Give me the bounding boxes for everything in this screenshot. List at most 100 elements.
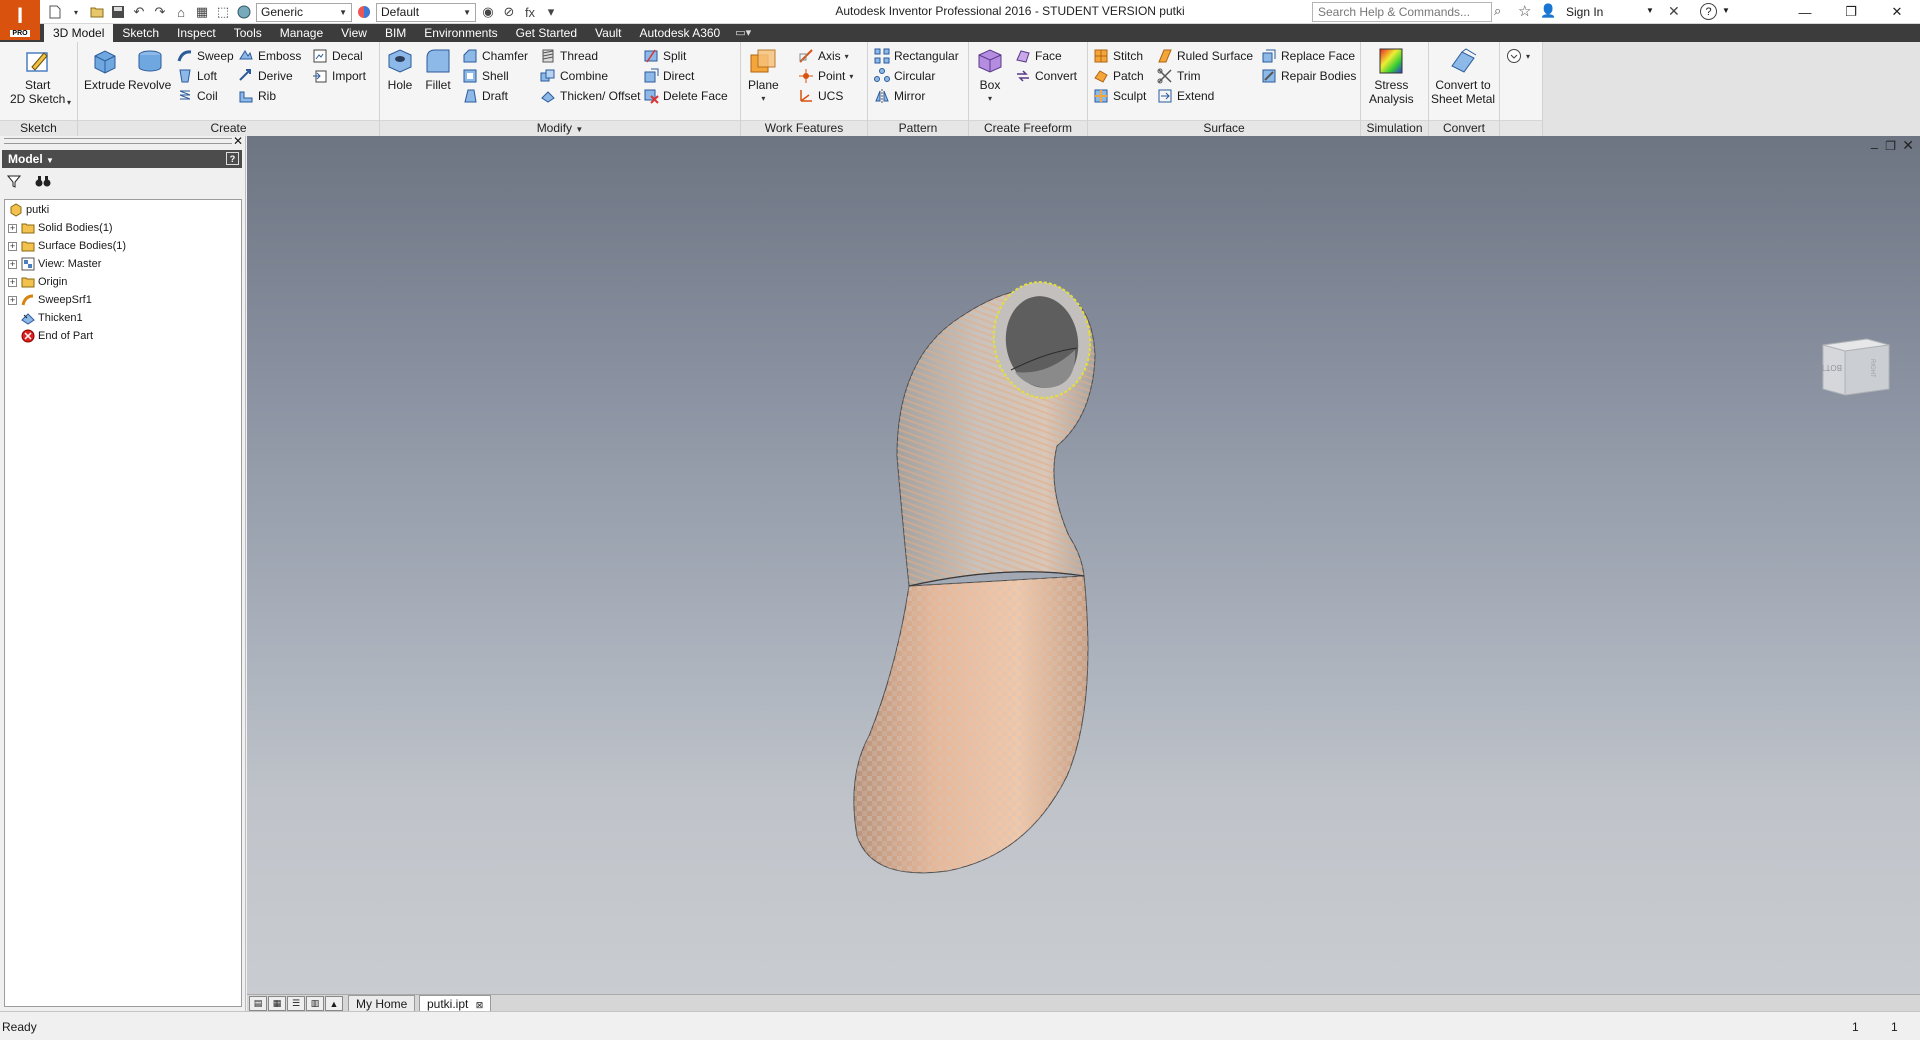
loft-button[interactable]: Loft [177,66,217,86]
redo-icon[interactable]: ↷ [151,3,169,21]
trim-button[interactable]: Trim [1157,66,1201,86]
extrude-button[interactable]: Extrude [84,46,125,92]
rectangular-pattern-button[interactable]: Rectangular [874,46,959,66]
stitch-button[interactable]: Stitch [1093,46,1143,66]
thread-button[interactable]: Thread [540,46,598,66]
user-icon[interactable]: 👤 [1540,3,1556,19]
update-icon[interactable]: ▦ [193,3,211,21]
viewcube[interactable]: BOTTOM RIGHT [1815,331,1895,401]
rib-button[interactable]: Rib [238,86,276,106]
browser-help-icon[interactable]: ? [226,152,239,165]
vertical-layout-icon[interactable]: ▥ [306,996,324,1011]
tree-node-sweepsrf1[interactable]: + SweepSrf1 [8,291,92,309]
hole-button[interactable]: Hole [385,46,415,92]
extend-button[interactable]: Extend [1157,86,1214,106]
expand-icon[interactable]: + [8,259,17,269]
exchange-apps-icon[interactable]: ✕ [1668,3,1680,20]
mirror-button[interactable]: Mirror [874,86,925,106]
undo-icon[interactable]: ↶ [130,3,148,21]
star-icon[interactable]: ☆ [1518,2,1531,20]
expand-icon[interactable]: + [8,277,17,287]
axis-button[interactable]: Axis ▾ [798,46,849,66]
application-menu-button[interactable]: I PRO [0,0,40,40]
open-folder-icon[interactable] [88,3,106,21]
chevron-down-icon[interactable]: ▾ [67,98,71,107]
ribbon-display-toggle-icon[interactable]: ▭▾ [729,24,757,42]
tree-node-view-master[interactable]: + View: Master [8,255,101,273]
graphics-viewport[interactable]: – ❐ ✕ BOTTO RIGHT [247,136,1920,994]
shell-button[interactable]: Shell [462,66,509,86]
tab-autodesk-a360[interactable]: Autodesk A360 [631,24,730,42]
sweep-button[interactable]: Sweep [177,46,234,66]
horizontal-layout-icon[interactable]: ☰ [287,996,305,1011]
browser-header[interactable]: Model ▼ ? [2,150,242,168]
save-icon[interactable] [109,3,127,21]
clear-appearance-icon[interactable]: ⊘ [500,3,518,21]
restore-button[interactable]: ❐ [1828,0,1874,24]
browser-grip[interactable] [4,138,232,144]
plane-button[interactable]: Plane ▾ [748,46,779,106]
repair-bodies-button[interactable]: Repair Bodies [1261,66,1356,86]
tree-node-solid-bodies[interactable]: + Solid Bodies(1) [8,219,113,237]
tab-bim[interactable]: BIM [376,24,415,42]
decal-button[interactable]: Decal [312,46,363,66]
ruled-surface-button[interactable]: Ruled Surface [1157,46,1253,66]
import-button[interactable]: Import [312,66,366,86]
tab-manage[interactable]: Manage [271,24,332,42]
help-icon[interactable]: ? [1700,3,1717,20]
select-icon[interactable]: ⬚ [214,3,232,21]
sculpt-button[interactable]: Sculpt [1093,86,1146,106]
expand-icon[interactable]: + [8,223,17,233]
derive-button[interactable]: Derive [238,66,293,86]
direct-button[interactable]: Direct [643,66,694,86]
patch-button[interactable]: Patch [1093,66,1144,86]
find-binoculars-icon[interactable] [35,174,51,191]
ribbon-options-button[interactable]: ▾ [1506,46,1530,66]
chamfer-button[interactable]: Chamfer [462,46,528,66]
tab-inspect[interactable]: Inspect [168,24,225,42]
stress-analysis-button[interactable]: Stress Analysis [1369,46,1414,106]
viewcube-face-bottom[interactable]: BOTTOM [1815,363,1842,372]
chevron-down-icon[interactable]: ▼ [1646,6,1654,15]
tree-node-putki[interactable]: putki [8,201,49,219]
appearance-icon[interactable] [355,3,373,21]
tree-node-origin[interactable]: + Origin [8,273,67,291]
combine-button[interactable]: Combine [540,66,608,86]
freeform-face-button[interactable]: Face [1015,46,1062,66]
close-window-button[interactable]: ✕ [1874,0,1920,24]
tab-environments[interactable]: Environments [415,24,506,42]
tab-view[interactable]: View [332,24,376,42]
expand-icon[interactable]: + [8,241,17,251]
material-select[interactable]: Generic ▼ [256,2,352,22]
tab-vault[interactable]: Vault [586,24,630,42]
point-button[interactable]: Point ▾ [798,66,853,86]
panel-label-modify[interactable]: Modify ▼ [380,120,740,136]
start-2d-sketch-button[interactable]: Start 2D Sketch [10,46,65,106]
doc-tab-putki[interactable]: putki.ipt ⊠ [419,995,492,1012]
tree-node-end-of-part[interactable]: End of Part [20,327,93,345]
tree-node-surface-bodies[interactable]: + Surface Bodies(1) [8,237,126,255]
freeform-box-button[interactable]: Box ▾ [975,46,1005,106]
tile-layout-icon[interactable]: ▦ [268,996,286,1011]
convert-to-sheet-metal-button[interactable]: Convert to Sheet Metal [1431,46,1495,106]
sign-in-button[interactable]: Sign In [1566,5,1603,19]
circular-pattern-button[interactable]: Circular [874,66,935,86]
pipe-elbow-model[interactable] [247,136,1920,994]
binoculars-icon[interactable]: ⌕ [1494,3,1501,19]
emboss-button[interactable]: Emboss [238,46,301,66]
tab-3d-model[interactable]: 3D Model [44,24,114,42]
material-icon[interactable] [235,3,253,21]
coil-button[interactable]: Coil [177,86,218,106]
minimize-button[interactable]: — [1782,0,1828,24]
browser-close-icon[interactable]: ✕ [233,134,243,148]
tree-node-thicken1[interactable]: Thicken1 [20,309,83,327]
delete-face-button[interactable]: Delete Face [643,86,728,106]
close-tab-icon[interactable]: ⊠ [476,1000,484,1010]
tab-tools[interactable]: Tools [225,24,271,42]
revolve-button[interactable]: Revolve [128,46,171,92]
ucs-button[interactable]: UCS [798,86,843,106]
adjust-appearance-icon[interactable]: ◉ [479,3,497,21]
appearance-select[interactable]: Default ▼ [376,2,476,22]
document-menu-icon[interactable]: ▲ [325,996,343,1011]
thicken-offset-button[interactable]: Thicken/ Offset [540,86,640,106]
